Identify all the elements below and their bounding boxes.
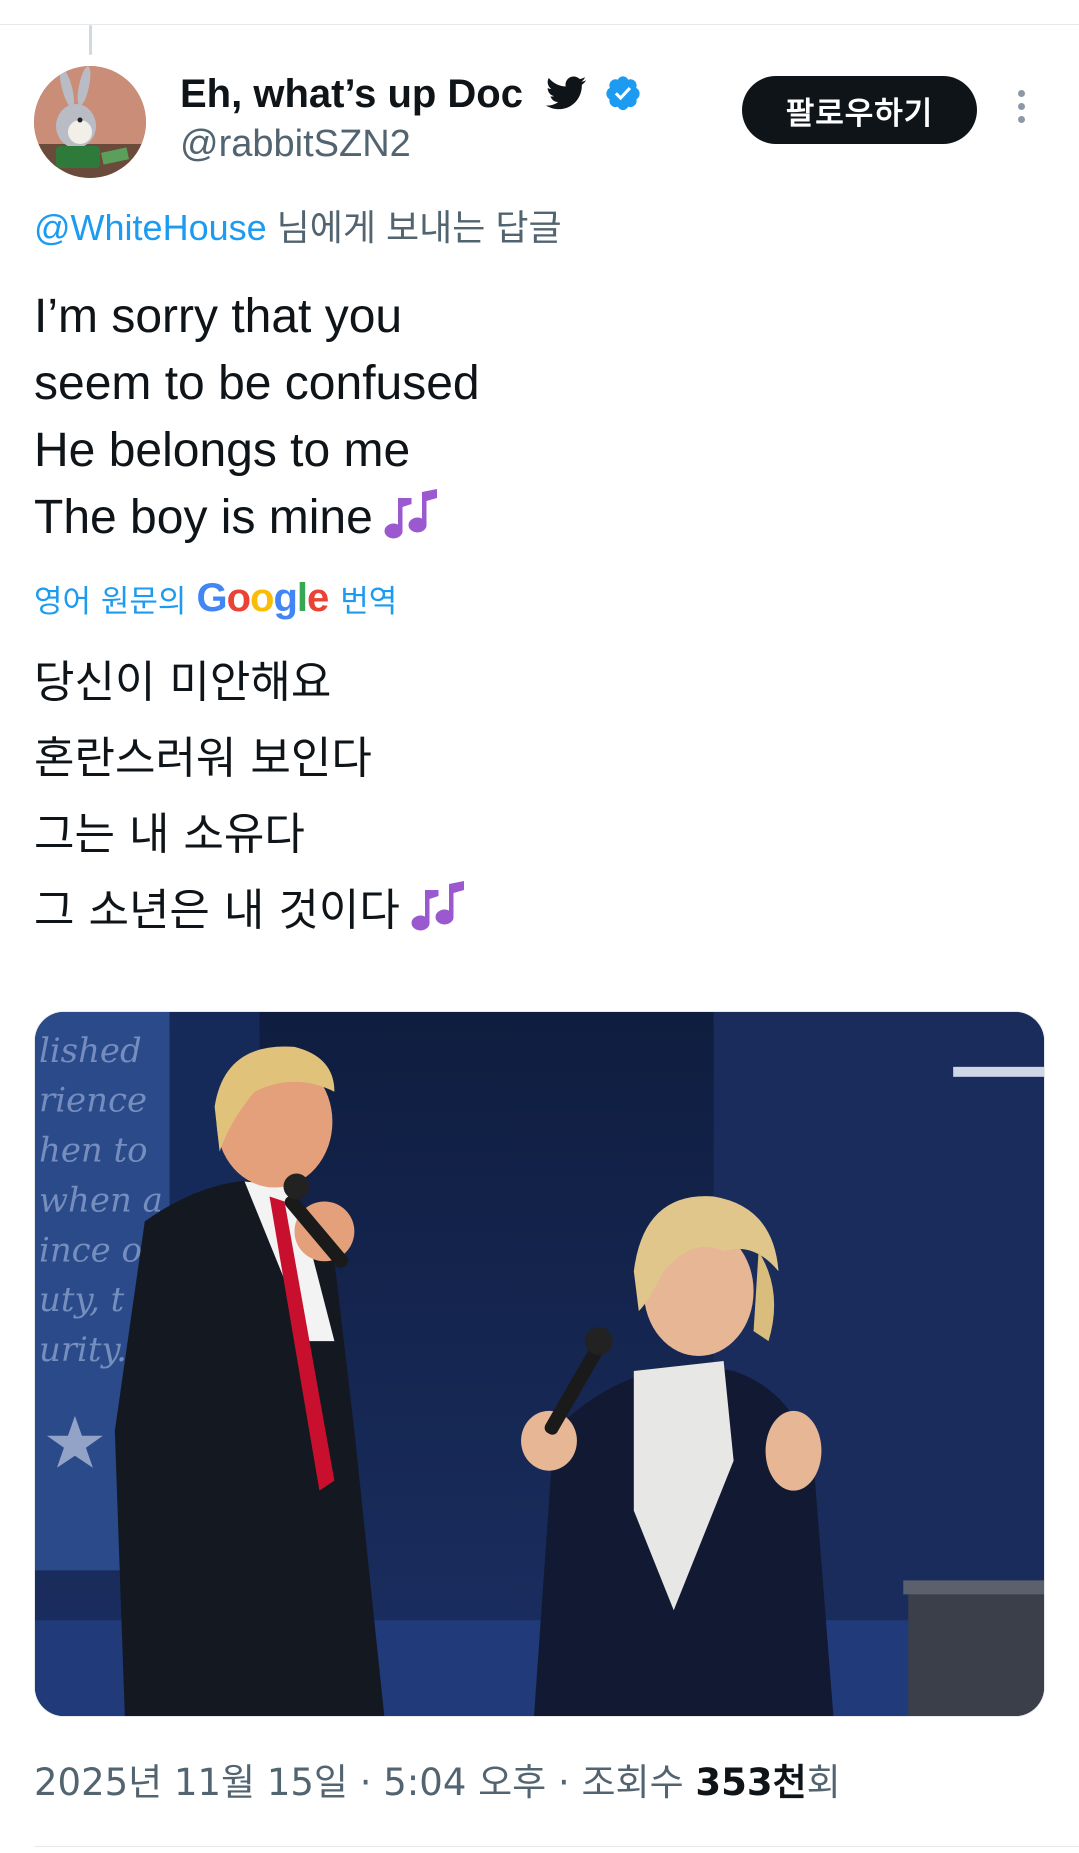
meta-separator: · (546, 1761, 582, 1804)
views-count: 353천 (695, 1761, 807, 1804)
google-logo: Google (196, 575, 329, 620)
tweet-line: I’m sorry that you (34, 290, 403, 343)
avatar[interactable] (34, 66, 146, 178)
reply-context-suffix: 님에게 보내는 답글 (266, 207, 562, 248)
debate-stage-photo[interactable]: lished rience hen to when a ince o uty, … (34, 1011, 1045, 1717)
reply-context: @WhiteHouse 님에게 보내는 답글 (34, 206, 562, 250)
verified-badge-icon (606, 76, 640, 111)
user-handle[interactable]: @rabbitSZN2 (180, 121, 411, 167)
translated-text: 당신이 미안해요 혼란스러워 보인다 그는 내 소유다 그 소년은 내 것이다 (34, 645, 470, 949)
views-suffix: 회 (806, 1761, 841, 1804)
follow-button[interactable]: 팔로우하기 (742, 76, 977, 144)
tweet-line: seem to be confused (34, 357, 480, 410)
twitter-bird-icon (546, 76, 586, 110)
tweet-line: He belongs to me (34, 424, 411, 477)
meta-separator: · (347, 1761, 384, 1804)
tweet-date[interactable]: 2025년 11월 15일 (34, 1761, 348, 1804)
translation-suffix: 번역 (340, 583, 398, 620)
translated-line: 당신이 미안해요 (34, 657, 332, 708)
tweet-detail: Eh, what’s up Doc @rabbitSZN2 팔로우하기 @Whi… (0, 0, 1079, 1853)
more-vertical-icon[interactable] (1014, 90, 1028, 130)
thread-connector (89, 25, 92, 55)
musical-notes-icon (411, 881, 464, 931)
translated-line: 그 소년은 내 것이다 (34, 885, 400, 936)
backdrop-text: hen to (39, 1131, 148, 1170)
musical-notes-icon (384, 489, 437, 539)
backdrop-text: rience (39, 1081, 147, 1120)
backdrop-text: urity. (39, 1330, 127, 1369)
backdrop-text: uty, t (39, 1280, 125, 1319)
tweet-meta: 2025년 11월 15일 · 5:04 오후 · 조회수 353천회 (34, 1759, 841, 1807)
reply-mention-link[interactable]: @WhiteHouse (34, 207, 267, 248)
translation-attribution[interactable]: 영어 원문의 Google 번역 (34, 574, 397, 622)
bottom-divider (34, 1846, 1079, 1847)
display-name[interactable]: Eh, what’s up Doc (180, 70, 523, 118)
tweet-text: I’m sorry that you seem to be confused H… (34, 283, 480, 551)
backdrop-text: ince o (39, 1230, 142, 1269)
views-label: 조회수 (581, 1761, 696, 1804)
tweet-line: The boy is mine (34, 491, 373, 544)
backdrop-text: lished (39, 1031, 142, 1070)
translation-prefix: 영어 원문의 (34, 583, 187, 620)
backdrop-text: when a (39, 1180, 163, 1219)
translated-line: 혼란스러워 보인다 (34, 733, 372, 784)
top-divider (0, 24, 1079, 25)
tweet-time[interactable]: 5:04 오후 (383, 1761, 546, 1804)
translated-line: 그는 내 소유다 (34, 809, 305, 860)
